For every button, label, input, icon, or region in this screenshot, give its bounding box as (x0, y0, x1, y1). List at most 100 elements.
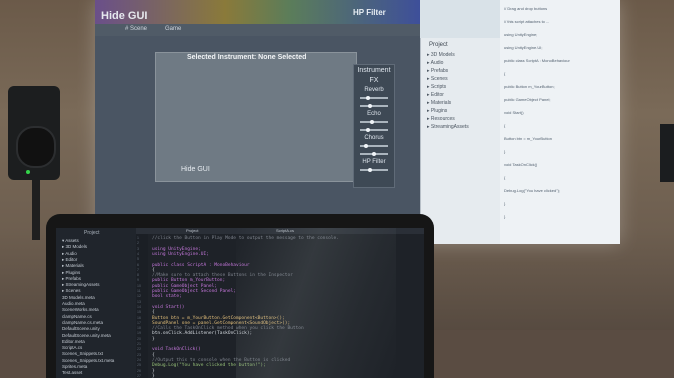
hide-gui-top-label: Hide GUI (101, 10, 148, 22)
file-tree-item[interactable]: 3D Models.meta (62, 295, 95, 300)
projected-code-line: Debug.Log("You have clicked"); (504, 188, 561, 193)
projected-code-line: { (504, 123, 506, 128)
code-line[interactable]: } (152, 374, 155, 378)
code-line[interactable]: } (152, 337, 155, 342)
line-number: 25 (137, 363, 141, 368)
file-tree-item[interactable]: DefaultScene.unity.meta (62, 333, 111, 338)
file-tree-item[interactable]: DefaultScene.unity (62, 326, 100, 331)
line-number: 17 (137, 320, 141, 325)
code-line[interactable]: using UnityEngine; (152, 247, 201, 252)
fx-label-echo: Echo (367, 111, 381, 117)
code-line[interactable]: { (152, 310, 155, 315)
file-tree-item[interactable]: ▸ 3D Models (62, 244, 87, 250)
tab-scene: # Scene (125, 26, 148, 32)
selected-instrument-label: Selected Instrument: None Selected (187, 54, 307, 61)
line-number: 18 (137, 326, 141, 331)
projected-code-line: public GameObject Panel; (504, 97, 551, 102)
line-number-gutter: 1 2 3 4 5 6 7 8 9 10 11 12 13 14 15 16 17 18 19 20 21 22 23 24 2… (136, 234, 148, 378)
fx-heading: FX (369, 77, 379, 84)
line-number: 19 (137, 331, 141, 336)
line-number: 26 (137, 368, 141, 373)
hide-gui-bottom-label: Hide GUI (181, 166, 210, 173)
code-line[interactable]: bool state; (152, 294, 182, 299)
file-tree-item[interactable]: Scenes_Snippets.txt.meta (62, 358, 114, 363)
project-item: ▸ Editor (427, 92, 444, 98)
unity-editor-projection: Hide GUI HP Filter # Scene Game Selected… (95, 0, 420, 244)
chorus-slider (360, 144, 388, 148)
studio-monitor-speaker (8, 86, 60, 180)
line-number: 7 (137, 267, 139, 272)
project-item: ▸ StreamingAssets (427, 124, 469, 130)
code-line[interactable]: public Button m_YourButton; (152, 278, 225, 283)
fx-panel: Instrument FX Reverb Echo Chorus HP Filt… (353, 64, 395, 188)
file-tree-item[interactable]: ScriptA.cs (62, 345, 82, 350)
line-number: 1 (137, 236, 139, 240)
projected-code-editor: // Drag and drop buttons // this script a… (500, 0, 620, 244)
project-panel-title: Project (429, 42, 448, 48)
line-number: 3 (137, 246, 139, 251)
file-tree-item[interactable]: ▸ Prefabs (62, 276, 81, 282)
code-line[interactable]: using UnityEngine.UI; (152, 252, 209, 257)
file-tree-item[interactable]: SceneWorks.meta (62, 307, 99, 312)
hp-filter-slider (360, 168, 388, 172)
code-line[interactable]: void Start() (152, 305, 185, 310)
projected-code-line: } (504, 214, 506, 219)
tab-project[interactable]: Project (186, 228, 198, 233)
fx-label-chorus: Chorus (364, 135, 384, 141)
projected-code-line: } (504, 149, 506, 154)
projected-code-line: public class ScriptA : MonoBehaviour (504, 58, 570, 63)
file-tree-item[interactable]: ▸ Scenes (62, 288, 81, 294)
line-number: 22 (137, 347, 141, 352)
line-number: 5 (137, 257, 139, 262)
line-number: 20 (137, 336, 141, 341)
fx-label-hp-filter: HP Filter (362, 159, 386, 165)
code-line[interactable]: void TaskOnClick() (152, 347, 201, 352)
projected-code-line: Button btn = m_YourButton (504, 136, 552, 141)
projected-code-line: // Drag and drop buttons (504, 6, 548, 11)
file-tree-item[interactable]: Sprites.meta (62, 364, 87, 369)
code-line[interactable]: public GameObject Panel; (152, 284, 217, 289)
sidebar-title: Project (84, 230, 100, 236)
file-tree-item[interactable]: Audio.meta (62, 301, 85, 306)
file-tree-item[interactable]: Scenes_Snippets.txt (62, 351, 103, 356)
project-item: ▸ Prefabs (427, 68, 449, 74)
laptop-screen: Project ▾ Assets ▸ 3D Models ▸ Audio ▸ E… (56, 228, 424, 378)
instrument-heading: Instrument (357, 67, 391, 74)
screen-glare (236, 228, 396, 378)
code-line[interactable]: public class ScriptA : MonoBehaviour (152, 263, 250, 268)
projected-code-line: void Start() (504, 110, 524, 115)
file-tree-item[interactable]: ▸ Plugins (62, 270, 80, 276)
project-item: ▸ Scenes (427, 76, 448, 82)
tab-game: Game (165, 26, 182, 32)
file-tree-item[interactable]: ▸ StreamingAssets (62, 282, 100, 288)
file-tree-item[interactable]: ▾ Assets (62, 238, 79, 244)
echo-slider-2 (360, 128, 388, 132)
file-tree-item[interactable]: ▸ Editor (62, 257, 77, 263)
file-tree-item[interactable]: ▸ Audio (62, 251, 77, 257)
project-item: ▸ Resources (427, 116, 455, 122)
line-number: 6 (137, 262, 139, 267)
file-tree-item[interactable]: Editor.meta (62, 339, 85, 344)
speaker-woofer (16, 126, 56, 168)
file-tree-item[interactable]: Test.asset (62, 370, 82, 375)
project-panel: Project ▸ 3D Models ▸ Audio ▸ Prefabs ▸ … (420, 38, 501, 244)
line-number: 27 (137, 373, 141, 378)
line-number: 4 (137, 251, 139, 256)
projection-screen: Hide GUI HP Filter # Scene Game Selected… (95, 0, 620, 244)
project-item: ▸ Audio (427, 60, 444, 66)
code-line[interactable]: } (152, 369, 155, 374)
line-number: 23 (137, 352, 141, 357)
project-item: ▸ Scripts (427, 84, 447, 90)
projected-code-line: // this script attaches to ... (504, 19, 550, 24)
file-tree-item[interactable]: clampName.cs (62, 314, 92, 319)
project-item: ▸ Plugins (427, 108, 448, 114)
line-number: 14 (137, 304, 141, 309)
line-number: 16 (137, 315, 141, 320)
projected-code-line: { (504, 71, 506, 76)
project-item: ▸ 3D Models (427, 52, 455, 58)
projected-code-line: { (504, 175, 506, 180)
file-tree-item[interactable]: ▸ Materials (62, 263, 84, 269)
file-tree-item[interactable]: clampName.cs.meta (62, 320, 103, 325)
line-number: 9 (137, 278, 139, 283)
code-line[interactable]: { (152, 353, 155, 358)
